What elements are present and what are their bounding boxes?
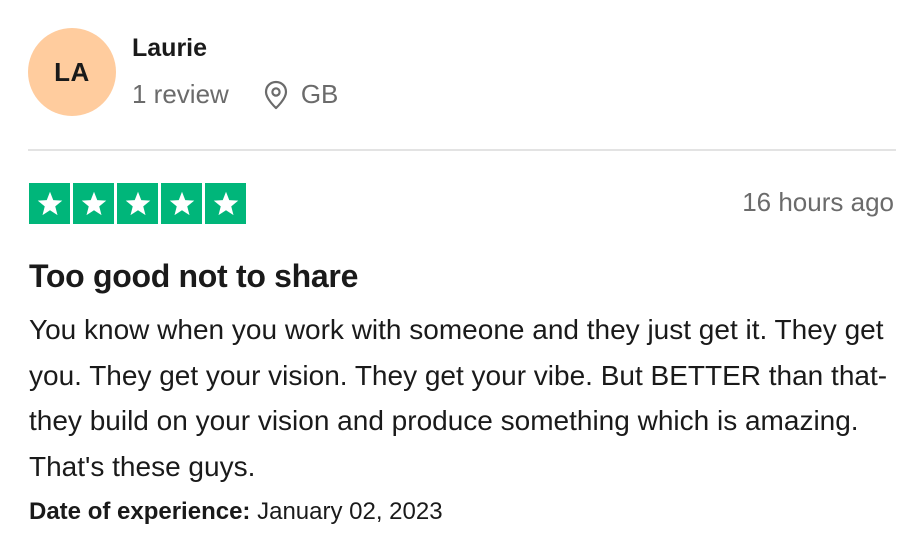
- review-timestamp: 16 hours ago: [742, 187, 894, 217]
- consumer-name[interactable]: Laurie: [132, 34, 207, 63]
- review-title[interactable]: Too good not to share: [29, 258, 358, 295]
- review-body: You know when you work with someone and …: [29, 314, 888, 482]
- divider: [28, 149, 896, 151]
- review-count: 1 review: [132, 79, 229, 109]
- star-icon: [73, 183, 114, 224]
- avatar[interactable]: LA: [28, 28, 116, 116]
- star-icon: [161, 183, 202, 224]
- experience-label: Date of experience:: [29, 498, 251, 525]
- experience-date: January 02, 2023: [257, 498, 443, 525]
- location-pin-icon: [263, 80, 289, 110]
- star-icon: [117, 183, 158, 224]
- star-icon: [29, 183, 70, 224]
- star-rating: [29, 183, 246, 224]
- avatar-initials: LA: [54, 56, 90, 87]
- consumer-country: GB: [300, 79, 339, 109]
- review-card: LA Laurie 1 review GB 16 hours ago Too g…: [0, 0, 922, 560]
- star-icon: [205, 183, 246, 224]
- consumer-meta: 1 review GB: [132, 79, 338, 110]
- date-of-experience: Date of experience: January 02, 2023: [29, 498, 443, 526]
